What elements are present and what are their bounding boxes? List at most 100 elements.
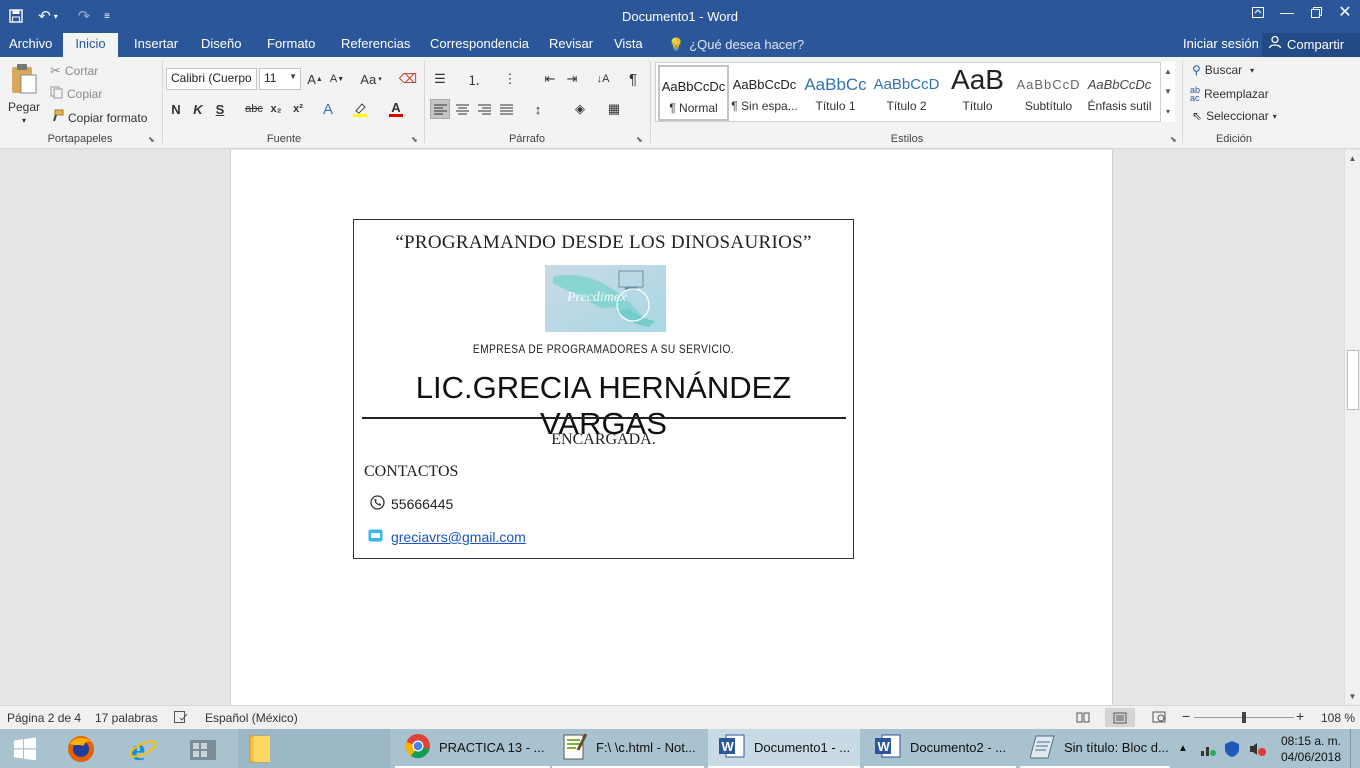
zoom-slider-thumb[interactable] [1242, 712, 1246, 723]
security-shield-icon[interactable] [1224, 729, 1240, 768]
network-icon[interactable] [1200, 729, 1216, 768]
clock[interactable]: 08:15 a. m. 04/06/2018 [1275, 729, 1347, 768]
bullets-icon[interactable]: ☰ [430, 69, 450, 89]
signin-link[interactable]: Iniciar sesión [1183, 33, 1259, 57]
strikethrough-button[interactable]: abc [244, 99, 264, 119]
volume-muted-icon[interactable] [1248, 729, 1266, 768]
line-spacing-icon[interactable]: ↕ [528, 99, 548, 119]
align-center-icon[interactable] [452, 99, 472, 119]
shading-icon[interactable]: ◈ [570, 99, 590, 119]
text-effects-icon[interactable]: A [318, 99, 338, 119]
align-right-icon[interactable] [474, 99, 494, 119]
numbering-icon[interactable]: ⒈ [464, 69, 484, 89]
dialog-launcher-icon[interactable]: ⬊ [411, 135, 418, 144]
web-layout-icon[interactable] [1152, 711, 1166, 726]
sort-icon[interactable]: ↓A [593, 69, 613, 89]
scrollbar-thumb[interactable] [1347, 350, 1359, 410]
borders-icon[interactable]: ▦ [604, 99, 624, 119]
paste-button[interactable]: Pegar ▾ [8, 63, 40, 125]
grow-font-icon[interactable]: A ▲ [305, 69, 325, 89]
show-desktop-button[interactable] [1350, 729, 1360, 768]
tab-vista[interactable]: Vista [605, 33, 652, 57]
tell-me-box[interactable]: 💡 ¿Qué desea hacer? [668, 33, 804, 57]
tab-archivo[interactable]: Archivo [0, 33, 61, 57]
taskbar-app-notepad[interactable]: Sin título: Bloc d... [1020, 729, 1170, 768]
vertical-scrollbar[interactable]: ▲ ▼ [1344, 150, 1360, 705]
document-page[interactable]: “PROGRAMANDO DESDE LOS DINOSAURIOS” Prec… [230, 150, 1113, 705]
taskbar-app-word-documento1[interactable]: W Documento1 - ... [708, 729, 860, 768]
tab-insertar[interactable]: Insertar [125, 33, 187, 57]
tab-referencias[interactable]: Referencias [332, 33, 419, 57]
underline-button[interactable]: S [210, 99, 230, 119]
chevron-up-icon[interactable]: ▲ [1161, 62, 1175, 82]
close-icon[interactable]: ✕ [1330, 0, 1360, 24]
style-normal[interactable]: AaBbCcDc ¶ Normal [658, 65, 729, 121]
ribbon-display-options-icon[interactable] [1243, 0, 1273, 24]
dialog-launcher-icon[interactable]: ⬊ [1170, 135, 1177, 144]
zoom-out-icon[interactable]: − [1182, 708, 1190, 724]
replace-button[interactable]: ab ac Reemplazar [1190, 86, 1269, 103]
format-painter-button[interactable]: Copiar formato [50, 109, 147, 126]
taskbar-app-word-documento2[interactable]: W Documento2 - ... [864, 729, 1016, 768]
folder-icon[interactable] [238, 729, 390, 768]
copy-button[interactable]: Copiar [50, 86, 102, 102]
print-layout-icon[interactable] [1105, 708, 1135, 727]
style-enfasis-sutil[interactable]: AaBbCcDc Énfasis sutil [1084, 65, 1155, 121]
taskbar-app-notepadpp[interactable]: F:\ \c.html - Not... [552, 729, 704, 768]
email-link[interactable]: greciavrs@gmail.com [391, 529, 526, 545]
show-hidden-icons[interactable]: ▲ [1178, 729, 1188, 768]
shrink-font-icon[interactable]: A ▼ [327, 69, 347, 89]
tab-formato[interactable]: Formato [258, 33, 324, 57]
change-case-button[interactable]: Aa ▾ [356, 69, 386, 89]
styles-gallery-scroll: ▲ ▼ ▾ [1160, 62, 1175, 122]
style-titulo-2[interactable]: AaBbCcD Título 2 [871, 65, 942, 121]
gallery-expand-icon[interactable]: ▾ [1161, 102, 1175, 122]
show-formatting-marks-icon[interactable]: ¶ [623, 69, 643, 89]
style-titulo-1[interactable]: AaBbCc Título 1 [800, 65, 871, 121]
word-count[interactable]: 17 palabras [95, 711, 158, 725]
style-titulo[interactable]: AaB Título [942, 65, 1013, 121]
dialog-launcher-icon[interactable]: ⬊ [148, 135, 155, 144]
tab-correspondencia[interactable]: Correspondencia [421, 33, 538, 57]
cut-button[interactable]: ✂ Cortar [50, 63, 98, 79]
bold-button[interactable]: N [166, 99, 186, 119]
find-button[interactable]: ⚲ Buscar ▾ [1192, 63, 1254, 77]
tab-revisar[interactable]: Revisar [540, 33, 602, 57]
windows-start-icon[interactable] [0, 729, 50, 768]
tab-inicio[interactable]: Inicio [63, 33, 118, 57]
justify-icon[interactable] [496, 99, 516, 119]
share-button[interactable]: Compartir [1262, 33, 1360, 57]
language[interactable]: Español (México) [205, 711, 298, 725]
select-button[interactable]: ⇖ Seleccionar ▾ [1192, 109, 1277, 123]
zoom-level[interactable]: 108 % [1321, 711, 1355, 725]
minimize-icon[interactable]: — [1272, 0, 1302, 24]
align-left-icon[interactable] [430, 99, 450, 119]
clear-formatting-icon[interactable]: ⌫ [398, 69, 418, 89]
highlight-color-icon[interactable] [350, 99, 370, 119]
font-color-icon[interactable]: A [386, 99, 406, 119]
increase-indent-icon[interactable]: ⇥ [562, 69, 582, 89]
tab-diseno[interactable]: Diseño [192, 33, 250, 57]
style-subtitulo[interactable]: AaBbCcD Subtítulo [1013, 65, 1084, 121]
chevron-down-icon[interactable]: ▼ [1161, 82, 1175, 102]
read-mode-icon[interactable] [1076, 711, 1090, 726]
subscript-button[interactable]: x₂ [266, 99, 286, 119]
superscript-button[interactable]: x² [288, 99, 308, 119]
chevron-up-icon[interactable]: ▲ [1345, 152, 1360, 166]
chevron-down-icon[interactable]: ▼ [1345, 690, 1360, 704]
taskbar-app-chrome[interactable]: PRACTICA 13 - ... [395, 729, 550, 768]
decrease-indent-icon[interactable]: ⇤ [540, 69, 560, 89]
style-sin-espaciado[interactable]: AaBbCcDc ¶ Sin espa... [729, 65, 800, 121]
proofing-icon[interactable] [174, 711, 188, 726]
page-count[interactable]: Página 2 de 4 [7, 711, 81, 725]
font-size-combo[interactable]: 11 ▼ [259, 68, 301, 90]
firefox-icon[interactable] [58, 729, 104, 768]
file-manager-icon[interactable] [180, 729, 226, 768]
multilevel-list-icon[interactable]: ⋮ [500, 69, 520, 89]
font-name-combo[interactable]: Calibri (Cuerpo [166, 68, 257, 90]
zoom-in-icon[interactable]: + [1296, 708, 1304, 724]
restore-icon[interactable] [1301, 0, 1331, 24]
italic-button[interactable]: K [188, 99, 208, 119]
dialog-launcher-icon[interactable]: ⬊ [636, 135, 643, 144]
internet-explorer-icon[interactable]: e [120, 729, 166, 768]
